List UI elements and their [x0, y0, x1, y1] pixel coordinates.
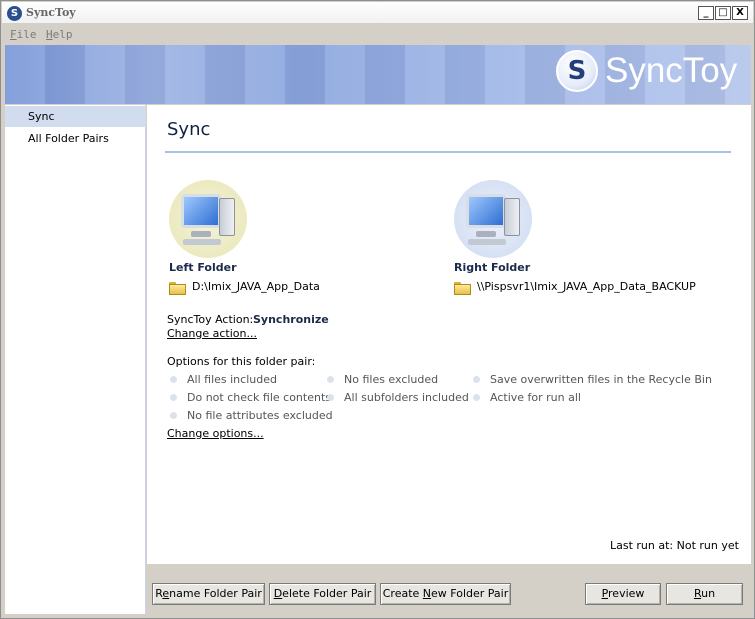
bottom-button-bar: Rename Folder Pair Delete Folder Pair Cr… [147, 564, 751, 614]
tower-shape [219, 198, 235, 236]
menu-help-rest: elp [52, 28, 73, 41]
sidebar-item-all-folder-pairs[interactable]: All Folder Pairs [5, 128, 146, 149]
option-item: No file attributes excluded [167, 409, 333, 422]
logo-text: SyncToy [605, 51, 738, 90]
option-item: Active for run all [470, 391, 581, 404]
options-label: Options for this folder pair: [167, 355, 316, 368]
close-button[interactable]: X [732, 6, 748, 20]
monitor-shape [181, 194, 221, 228]
right-folder-path: \\Pispsvr1\Imix_JAVA_App_Data_BACKUP [477, 280, 696, 293]
menu-help[interactable]: Help [46, 28, 73, 41]
run-button[interactable]: Run [666, 583, 743, 605]
btn-text-post: name Folder Pair [169, 587, 262, 600]
folder-body-shape [169, 284, 186, 295]
menu-file-rest: ile [16, 28, 37, 41]
sidebar-item-sync[interactable]: Sync [5, 106, 146, 127]
delete-folder-pair-button[interactable]: Delete Folder Pair [269, 583, 376, 605]
btn-text-pre: Create [382, 587, 423, 600]
monitor-stand-shape [191, 231, 211, 237]
synctoy-window: S SyncToy _ □ X File Help S SyncToy Sync… [0, 0, 755, 619]
monitor-shape [466, 194, 506, 228]
menu-help-accel: H [46, 28, 53, 41]
title-divider [165, 151, 731, 153]
left-folder-path: D:\Imix_JAVA_App_Data [192, 280, 320, 293]
tower-shape [504, 198, 520, 236]
minimize-button[interactable]: _ [698, 6, 714, 20]
logo-glyph: S [567, 56, 587, 86]
synctoy-logo-icon: S [556, 50, 598, 92]
change-action-link[interactable]: Change action... [167, 327, 257, 340]
option-item: Save overwritten files in the Recycle Bi… [470, 373, 712, 386]
btn-text-post: un [701, 587, 716, 600]
btn-text-accel: N [422, 587, 432, 600]
option-item: All subfolders included [324, 391, 469, 404]
synctoy-app-icon: S [7, 6, 22, 21]
menu-file-accel: F [10, 28, 17, 41]
title-bar[interactable]: S SyncToy _ □ X [2, 2, 753, 24]
header-banner: S SyncToy [5, 45, 751, 104]
synctoy-action-value: Synchronize [253, 313, 329, 326]
left-folder-heading: Left Folder [169, 261, 237, 274]
preview-button[interactable]: Preview [585, 583, 661, 605]
create-new-folder-pair-button[interactable]: Create New Folder Pair [380, 583, 511, 605]
keyboard-shape [183, 239, 221, 245]
option-item: No files excluded [324, 373, 438, 386]
main-panel: Sync Left Folder D:\Imix_JAVA_App_Data R… [147, 105, 751, 564]
monitor-stand-shape [476, 231, 496, 237]
window-title: SyncToy [26, 6, 76, 19]
left-computer-icon [169, 180, 247, 258]
btn-text-post: review [608, 587, 645, 600]
folder-body-shape [454, 284, 471, 295]
page-title: Sync [167, 119, 211, 140]
maximize-button[interactable]: □ [715, 6, 731, 20]
option-item: Do not check file contents [167, 391, 331, 404]
synctoy-action-label: SyncToy Action: [167, 313, 254, 326]
change-options-link[interactable]: Change options... [167, 427, 264, 440]
btn-text-accel: D [273, 587, 283, 600]
right-folder-heading: Right Folder [454, 261, 531, 274]
right-folder-icon [454, 282, 471, 295]
btn-text-post: elete Folder Pair [282, 587, 372, 600]
last-run-status: Last run at: Not run yet [610, 539, 739, 552]
menu-file[interactable]: File [10, 28, 37, 41]
menu-bar: File Help [2, 25, 753, 44]
left-folder-icon [169, 282, 186, 295]
keyboard-shape [468, 239, 506, 245]
btn-text-post: ew Folder Pair [431, 587, 509, 600]
option-item: All files included [167, 373, 277, 386]
right-computer-icon [454, 180, 532, 258]
sidebar: Sync All Folder Pairs [5, 105, 146, 614]
rename-folder-pair-button[interactable]: Rename Folder Pair [152, 583, 265, 605]
